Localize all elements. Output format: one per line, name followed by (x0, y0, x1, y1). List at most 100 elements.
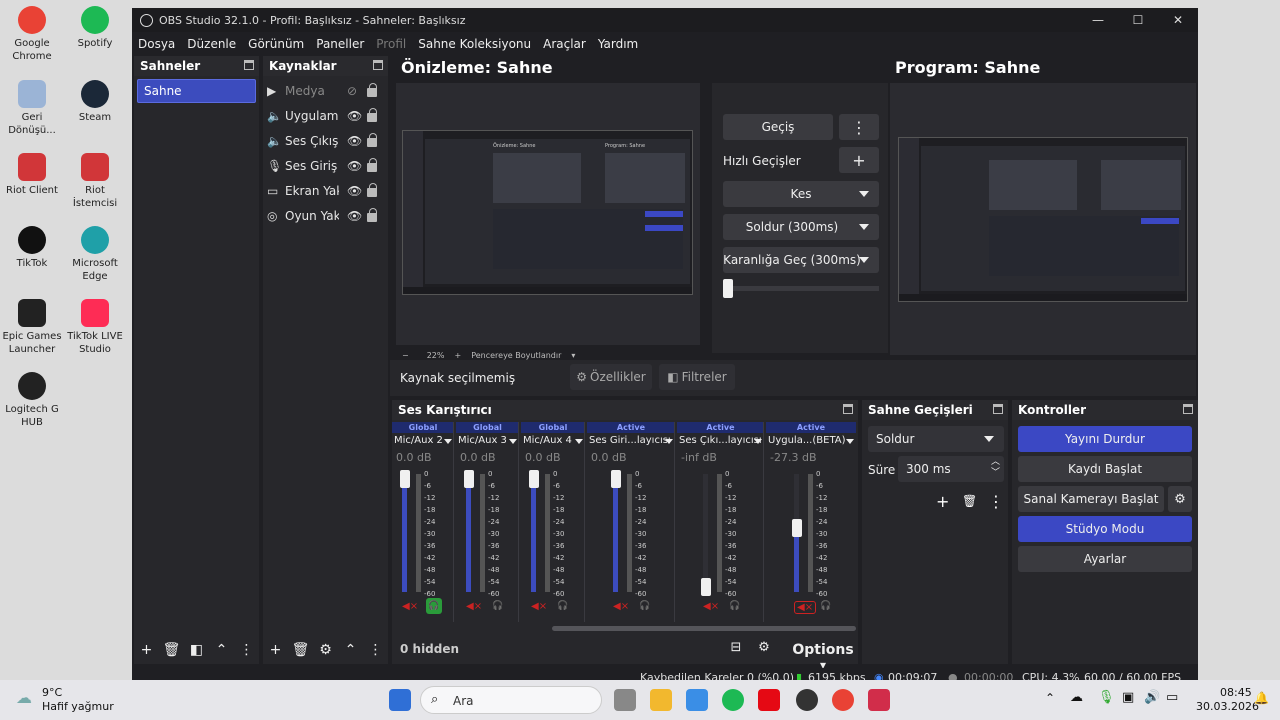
volume-fader-handle[interactable] (701, 578, 711, 596)
source-item[interactable]: ▭ Ekran Yak 👁 (267, 179, 384, 203)
tray-chevron-icon[interactable]: ⌃ (1045, 691, 1055, 705)
source-item[interactable]: 🎙Ses Giriş Y👁 (267, 154, 384, 178)
monitor-headphones-icon[interactable]: 🎧 (818, 598, 834, 614)
desktop-icon-riot-istemcisi[interactable]: Riot İstemcisi (63, 153, 127, 210)
add-scene-button[interactable]: + (134, 642, 159, 658)
float-icon[interactable] (1183, 404, 1193, 414)
menu-sahne-koleksiyonu[interactable]: Sahne Koleksiyonu (418, 37, 531, 51)
mute-icon[interactable]: ◀× (703, 601, 719, 612)
store-icon[interactable] (686, 689, 708, 711)
maximize-button[interactable]: ☐ (1118, 8, 1158, 32)
weather-temp[interactable]: 9°C (42, 686, 62, 699)
close-button[interactable]: ✕ (1158, 8, 1198, 32)
desktop-icon-logitech[interactable]: Logitech G HUB (0, 372, 64, 429)
clock-date[interactable]: 30.03.2026 (1196, 700, 1259, 713)
app-taskbar-icon[interactable] (868, 689, 890, 711)
more-button[interactable]: ⋮ (234, 642, 259, 658)
lock-icon[interactable] (367, 158, 377, 172)
gear-icon[interactable]: ⚙ (1168, 486, 1192, 512)
desktop-icon-riot-client[interactable]: Riot Client (0, 153, 64, 197)
fit-to-window[interactable]: Pencereye Boyutlandır (471, 351, 561, 360)
source-item[interactable]: 🔈Uygulama👁 (267, 104, 384, 128)
minimize-button[interactable]: — (1078, 8, 1118, 32)
chevron-down-icon[interactable]: ▾ (571, 351, 575, 360)
studio-mode-button[interactable]: Stüdyo Modu (1018, 516, 1192, 542)
transition-slider-track[interactable] (723, 286, 879, 291)
mute-icon[interactable]: ◀× (531, 601, 547, 612)
source-item[interactable]: 🔈Ses Çıkış Y👁 (267, 129, 384, 153)
scene-filter-button[interactable]: ◧ (184, 642, 209, 658)
netflix-icon[interactable] (758, 689, 780, 711)
float-icon[interactable] (993, 404, 1003, 414)
transition-more-button[interactable]: ⋮ (988, 492, 1004, 511)
zoom-out-button[interactable]: − (402, 351, 409, 360)
start-recording-button[interactable]: Kaydı Başlat (1018, 456, 1192, 482)
zoom-in-button[interactable]: + (454, 351, 461, 360)
monitor-headphones-icon[interactable]: 🎧 (637, 598, 653, 614)
menu-paneller[interactable]: Paneller (316, 37, 364, 51)
lock-icon[interactable] (367, 208, 377, 222)
weather-desc[interactable]: Hafif yağmur (42, 700, 114, 713)
start-virtual-camera-button[interactable]: Sanal Kamerayı Başlat (1018, 486, 1164, 512)
source-item[interactable]: ◎ Oyun Yak 👁 (267, 204, 384, 228)
mute-icon[interactable]: ◀× (794, 601, 817, 614)
eye-icon[interactable]: 👁 (347, 159, 362, 173)
volume-fader-handle[interactable] (464, 470, 474, 488)
task-view-icon[interactable] (614, 689, 636, 711)
remove-source-button[interactable]: 🗑 (288, 642, 313, 658)
start-icon[interactable] (389, 689, 411, 711)
obs-taskbar-icon[interactable] (796, 689, 818, 711)
spotify-taskbar-icon[interactable] (722, 689, 744, 711)
transition-button[interactable]: Geçiş (723, 114, 833, 140)
volume-fader-handle[interactable] (611, 470, 621, 488)
clock-time[interactable]: 08:45 (1220, 686, 1252, 699)
file-explorer-icon[interactable] (650, 689, 672, 711)
mixer-scrollbar[interactable] (552, 626, 856, 631)
monitor-headphones-icon[interactable]: 🎧 (426, 598, 442, 614)
monitor-headphones-icon[interactable]: 🎧 (555, 598, 571, 614)
lock-icon[interactable] (367, 83, 377, 97)
quick-transition-kes[interactable]: Kes (723, 181, 879, 207)
channel-name-dropdown[interactable]: Ses Giri...layıcısı (587, 433, 675, 449)
remove-scene-button[interactable]: 🗑 (159, 642, 184, 658)
network-icon[interactable]: ▣ (1122, 690, 1134, 705)
quick-transition-soldur[interactable]: Soldur (300ms) (723, 214, 879, 240)
scene-item-sahne[interactable]: Sahne (137, 79, 256, 103)
channel-name-dropdown[interactable]: Uygula...(BETA) (766, 433, 856, 449)
channel-name-dropdown[interactable]: Mic/Aux 4 (521, 433, 585, 449)
menu-profil[interactable]: Profil (376, 37, 406, 51)
desktop-icon-spotify[interactable]: Spotify (63, 6, 127, 50)
move-up-button[interactable]: ⌃ (338, 642, 363, 658)
monitor-headphones-icon[interactable]: 🎧 (490, 598, 506, 614)
mute-icon[interactable]: ◀× (402, 601, 418, 612)
mute-icon[interactable]: ◀× (466, 601, 482, 612)
battery-icon[interactable]: ▭ (1166, 690, 1178, 705)
add-quick-transition-button[interactable]: + (839, 147, 879, 173)
cloud-icon[interactable]: ☁ (1070, 690, 1083, 705)
eye-icon[interactable]: 👁 (347, 184, 362, 198)
desktop-icon-tiktok-live[interactable]: TikTok LIVE Studio (63, 299, 127, 356)
filters-button[interactable]: ◧ Filtreler (659, 364, 735, 390)
settings-button[interactable]: Ayarlar (1018, 546, 1192, 572)
eye-icon[interactable]: 👁 (347, 134, 362, 148)
remove-transition-button[interactable]: 🗑 (962, 494, 977, 508)
properties-button[interactable]: ⚙ Özellikler (570, 364, 652, 390)
float-icon[interactable] (843, 404, 853, 414)
lock-icon[interactable] (367, 183, 377, 197)
volume-fader-handle[interactable] (400, 470, 410, 488)
source-item[interactable]: ▶ Medya ⊘ (267, 79, 384, 103)
transition-select[interactable]: Soldur (868, 426, 1004, 452)
move-up-button[interactable]: ⌃ (209, 642, 234, 658)
desktop-icon-tiktok[interactable]: TikTok (0, 226, 64, 270)
lock-icon[interactable] (367, 108, 377, 122)
desktop-icon-recycle-bin[interactable]: Geri Dönüşü... (0, 80, 64, 137)
mic-tray-icon[interactable]: 🎙 (1098, 690, 1115, 705)
float-icon[interactable] (373, 60, 383, 70)
volume-fader-handle[interactable] (529, 470, 539, 488)
channel-name-dropdown[interactable]: Ses Çıkı...layıcısı (677, 433, 764, 449)
volume-fader-track[interactable] (703, 474, 708, 592)
lock-icon[interactable] (367, 133, 377, 147)
desktop-icon-edge[interactable]: Microsoft Edge (63, 226, 127, 283)
stop-stream-button[interactable]: Yayını Durdur (1018, 426, 1192, 452)
more-button[interactable]: ⋮ (363, 642, 388, 658)
